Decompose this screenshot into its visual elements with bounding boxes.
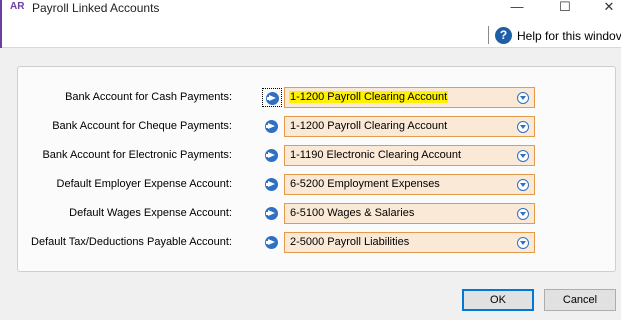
- help-bar: ? Help for this windov: [2, 18, 621, 48]
- cash-payments-account-select[interactable]: 1-1200 Payroll Clearing Account: [284, 87, 535, 108]
- electronic-payments-account-select[interactable]: 1-1190 Electronic Clearing Account: [284, 145, 535, 166]
- cash-payments-account-value: 1-1200 Payroll Clearing Account: [289, 91, 449, 103]
- label-electronic-payments: Bank Account for Electronic Payments:: [42, 149, 232, 161]
- tax-deductions-account-select[interactable]: 2-5000 Payroll Liabilities: [284, 232, 535, 253]
- arrow-right-circle-icon: [265, 120, 278, 133]
- app-badge: AR: [10, 1, 25, 12]
- cheque-payments-link-button[interactable]: [262, 117, 282, 136]
- close-icon[interactable]: ✕: [590, 0, 621, 16]
- label-tax-deductions-payable: Default Tax/Deductions Payable Account:: [31, 236, 232, 248]
- employer-expense-account-select[interactable]: 6-5200 Employment Expenses: [284, 174, 535, 195]
- arrow-right-circle-icon: [265, 236, 278, 249]
- tax-deductions-link-button[interactable]: [262, 233, 282, 252]
- arrow-right-circle-icon: [266, 92, 279, 105]
- arrow-right-circle-icon: [265, 207, 278, 220]
- employer-expense-account-value: 6-5200 Employment Expenses: [290, 178, 440, 190]
- wages-expense-account-select[interactable]: 6-5100 Wages & Salaries: [284, 203, 535, 224]
- label-cash-payments: Bank Account for Cash Payments:: [65, 91, 232, 103]
- cheque-payments-account-select[interactable]: 1-1200 Payroll Clearing Account: [284, 116, 535, 137]
- chevron-down-circle-icon[interactable]: [517, 208, 529, 220]
- electronic-payments-link-button[interactable]: [262, 146, 282, 165]
- help-icon[interactable]: ?: [495, 27, 512, 44]
- label-employer-expense: Default Employer Expense Account:: [56, 178, 232, 190]
- chevron-down-circle-icon[interactable]: [517, 150, 529, 162]
- cheque-payments-account-value: 1-1200 Payroll Clearing Account: [290, 120, 448, 132]
- label-wages-expense: Default Wages Expense Account:: [69, 207, 232, 219]
- maximize-icon[interactable]: ☐: [546, 0, 584, 16]
- linked-accounts-panel: Bank Account for Cash Payments: 1-1200 P…: [17, 66, 616, 272]
- chevron-down-circle-icon[interactable]: [517, 179, 529, 191]
- tax-deductions-account-value: 2-5000 Payroll Liabilities: [290, 236, 410, 248]
- title-bar: AR Payroll Linked Accounts — ☐ ✕: [0, 0, 621, 18]
- minimize-icon[interactable]: —: [498, 0, 536, 16]
- arrow-right-circle-icon: [265, 149, 278, 162]
- ok-button[interactable]: OK: [462, 289, 534, 311]
- electronic-payments-account-value: 1-1190 Electronic Clearing Account: [290, 149, 462, 161]
- employer-expense-link-button[interactable]: [262, 175, 282, 194]
- help-link[interactable]: Help for this windov: [517, 29, 621, 43]
- arrow-right-circle-icon: [265, 178, 278, 191]
- help-separator: [488, 26, 489, 44]
- wages-expense-link-button[interactable]: [262, 204, 282, 223]
- cancel-button[interactable]: Cancel: [544, 289, 616, 311]
- wages-expense-account-value: 6-5100 Wages & Salaries: [290, 207, 415, 219]
- chevron-down-circle-icon[interactable]: [517, 92, 529, 104]
- chevron-down-circle-icon[interactable]: [517, 121, 529, 133]
- window-title: Payroll Linked Accounts: [32, 1, 160, 15]
- chevron-down-circle-icon[interactable]: [517, 237, 529, 249]
- cash-payments-link-button[interactable]: [262, 88, 282, 107]
- label-cheque-payments: Bank Account for Cheque Payments:: [52, 120, 232, 132]
